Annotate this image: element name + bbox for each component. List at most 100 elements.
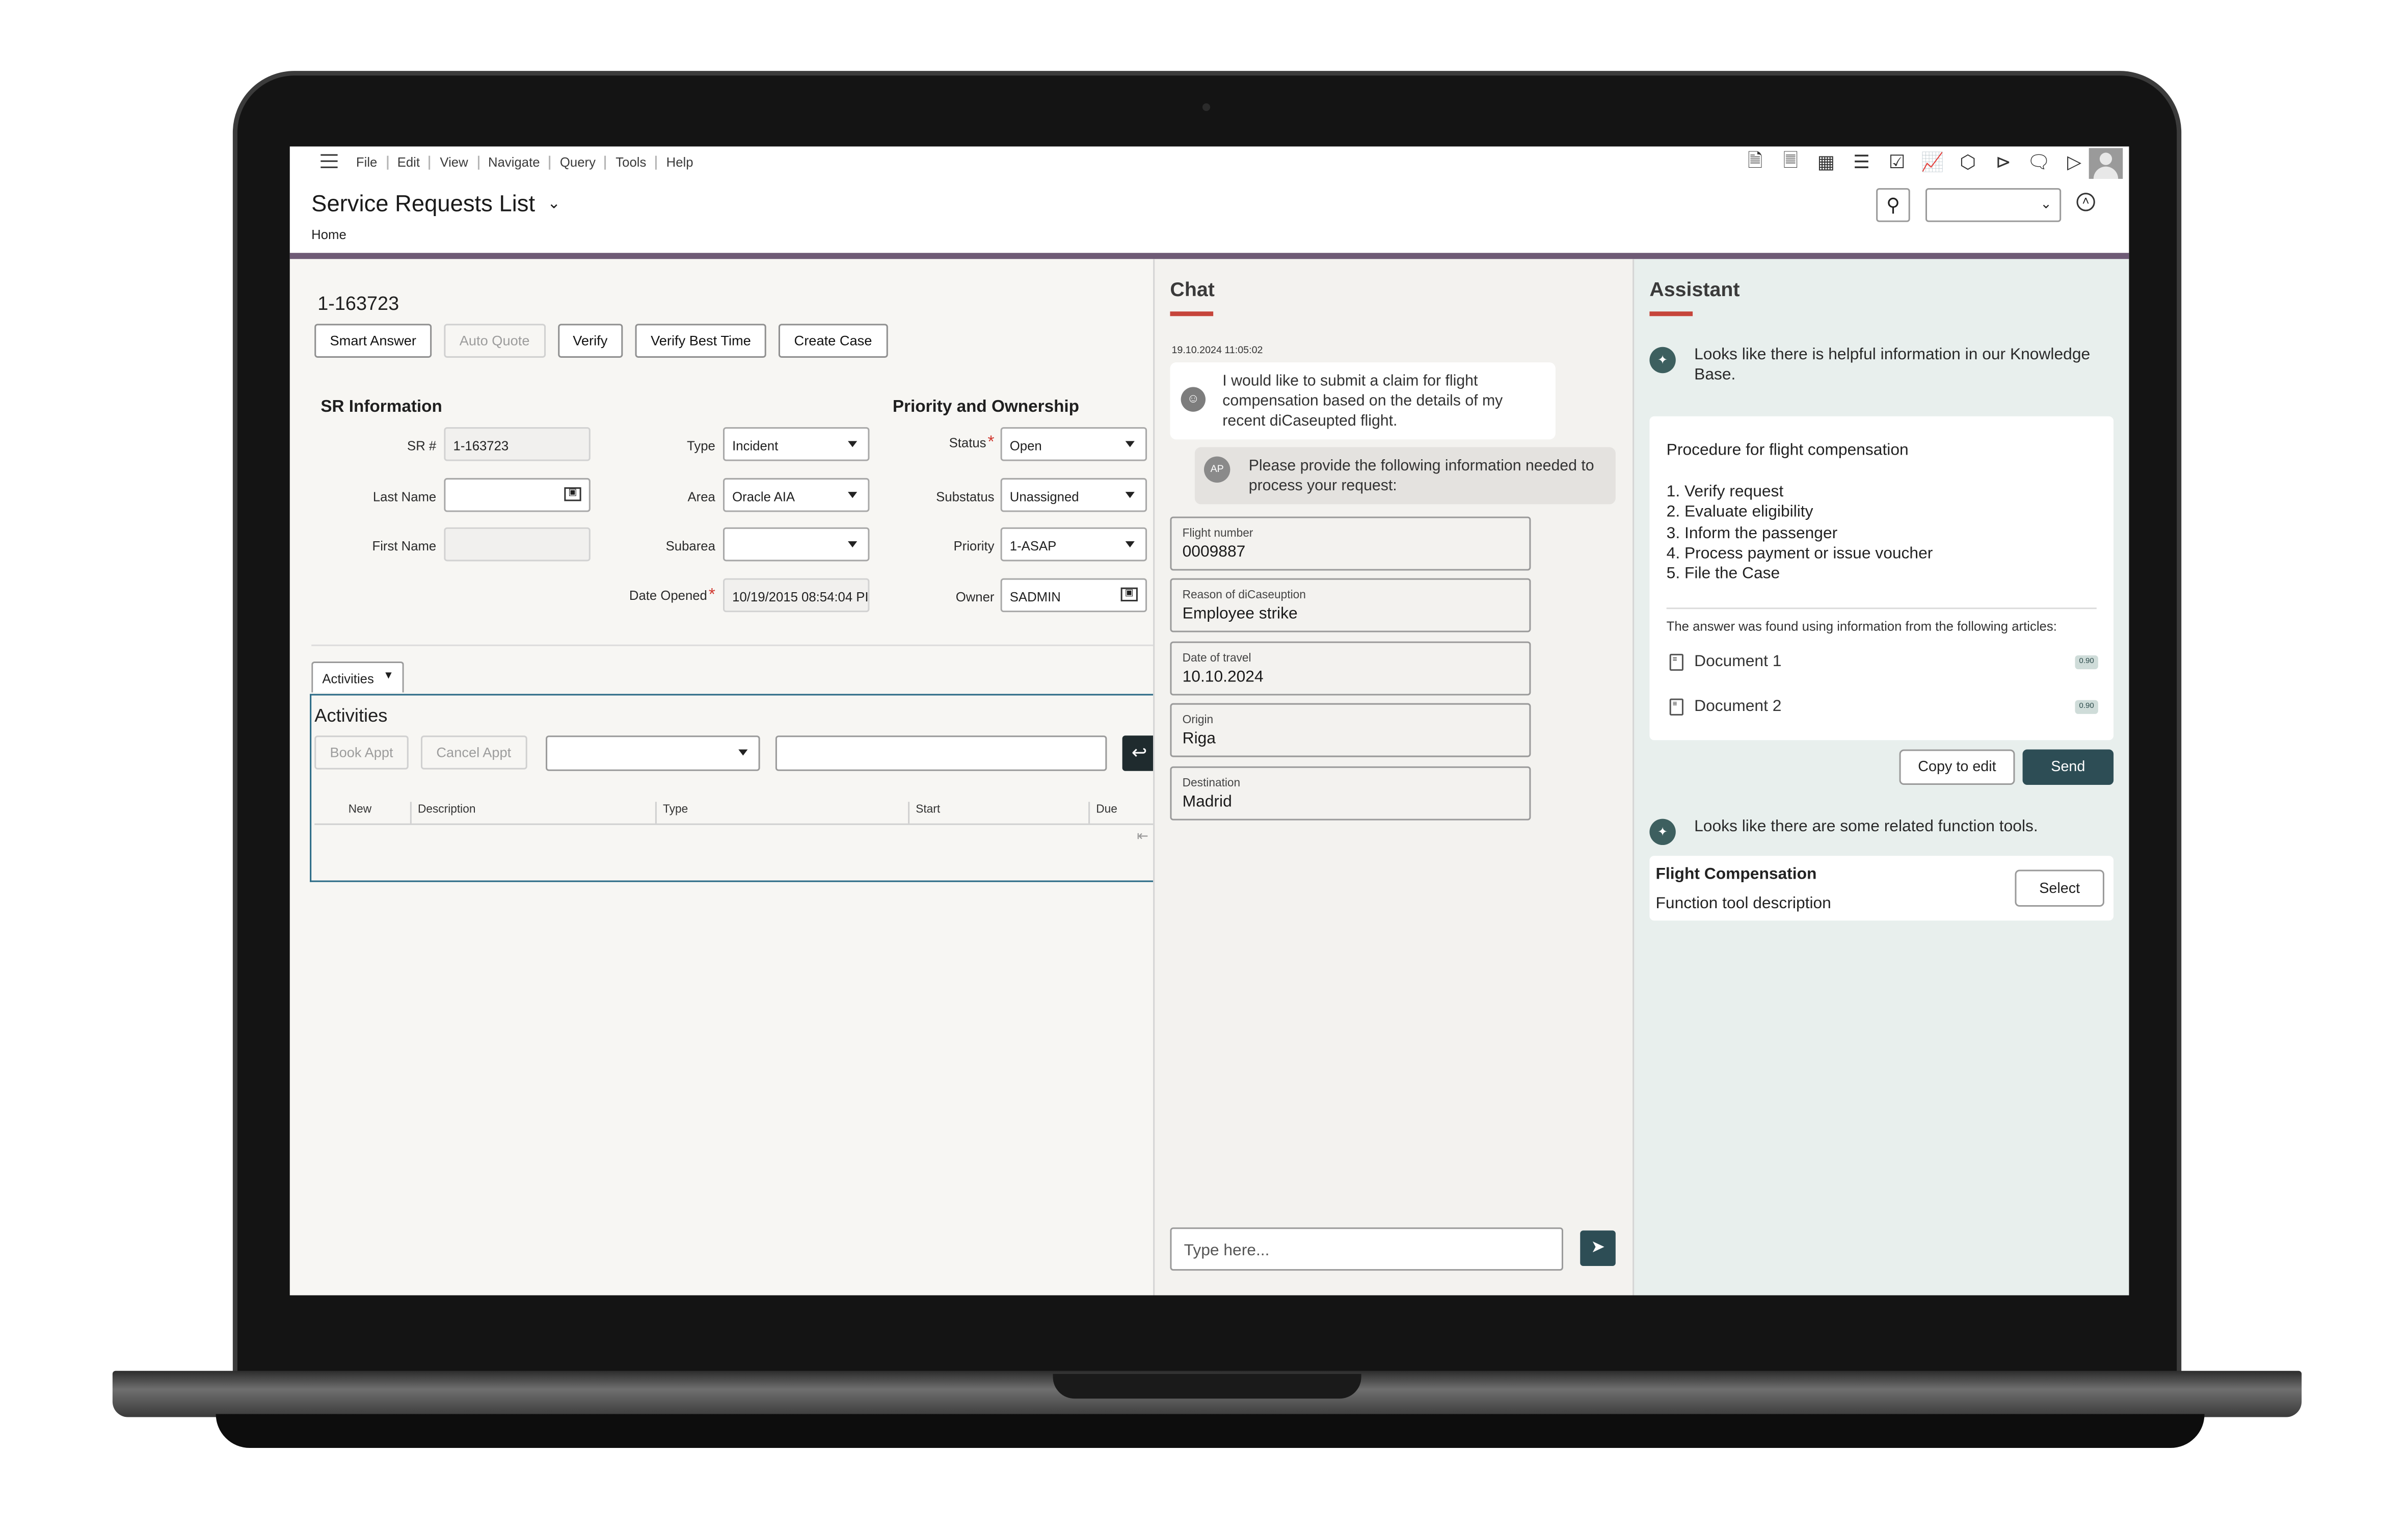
chevron-down-icon[interactable]: ⌄ — [547, 196, 560, 213]
new-doc-icon[interactable]: 🗎 — [1744, 149, 1767, 173]
create-case-button[interactable]: Create Case — [779, 324, 888, 358]
share-icon[interactable]: ⊳ — [1992, 151, 2015, 173]
webcam — [1202, 103, 1211, 111]
menu-edit[interactable]: Edit — [388, 155, 431, 170]
date-of-travel-field[interactable]: Date of travel 10.10.2024 — [1170, 641, 1531, 696]
destination-field[interactable]: Destination Madrid — [1170, 766, 1531, 821]
date-opened-field[interactable]: 10/19/2015 08:54:04 PI — [723, 578, 870, 613]
field-value: 10.10.2024 — [1182, 668, 1264, 687]
service-request-form: 1-163723 Smart Answer Auto Quote Verify … — [289, 259, 1157, 1296]
origin-field[interactable]: Origin Riga — [1170, 703, 1531, 757]
menu-help[interactable]: Help — [657, 155, 703, 170]
menu-view[interactable]: View — [431, 155, 479, 170]
substatus-select[interactable]: Unassigned — [1000, 478, 1147, 512]
caret-down-icon — [848, 492, 858, 498]
cancel-appt-button[interactable]: Cancel Appt — [421, 735, 527, 770]
page-title[interactable]: Service Requests List ⌄ — [311, 191, 560, 217]
first-page-icon[interactable]: ⇤ — [1137, 828, 1148, 845]
first-name-label: First Name — [372, 538, 437, 554]
send-answer-button[interactable]: Send — [2022, 749, 2114, 785]
owner-value: SADMIN — [1009, 589, 1061, 605]
copy-doc-icon[interactable]: 🗏 — [1779, 149, 1802, 173]
area-select[interactable]: Oracle AIA — [723, 478, 870, 512]
activities-title: Activities — [314, 704, 388, 727]
flight-number-field[interactable]: Flight number 0009887 — [1170, 516, 1531, 571]
reason-field[interactable]: Reason of diCaseuption Employee strike — [1170, 578, 1531, 632]
picker-icon[interactable]: ▣ — [564, 487, 581, 501]
menu-navigate[interactable]: Navigate — [479, 155, 551, 170]
sr-number-label: SR # — [407, 438, 437, 454]
kb-message: ✦ Looks like there is helpful informatio… — [1649, 346, 2112, 386]
laptop-frame: File Edit View Navigate Query Tools Help… — [0, 0, 2408, 1531]
book-appt-button[interactable]: Book Appt — [314, 735, 409, 770]
priority-ownership-title: Priority and Ownership — [892, 398, 1080, 416]
procedure-title: Procedure for flight compensation — [1666, 441, 1909, 460]
document-link-2[interactable]: ≡ Document 2 — [1669, 697, 1781, 716]
menu-file[interactable]: File — [356, 155, 388, 170]
column-new[interactable]: New — [342, 802, 371, 823]
last-name-label: Last Name — [372, 489, 437, 505]
breadcrumb[interactable]: Home — [311, 227, 346, 242]
type-select[interactable]: Incident — [723, 427, 870, 461]
owner-field[interactable]: SADMIN ▣ — [1000, 578, 1147, 613]
procedure-steps: 1. Verify request 2. Evaluate eligibilit… — [1667, 483, 1933, 585]
list-icon[interactable]: ☰ — [1850, 151, 1873, 173]
verify-best-time-button[interactable]: Verify Best Time — [635, 324, 767, 358]
assistant-title: Assistant — [1649, 277, 1740, 301]
search-button[interactable]: ⚲ — [1876, 188, 1910, 222]
cube-icon[interactable]: ⬡ — [1956, 151, 1979, 173]
required-asterisk: * — [987, 433, 995, 452]
column-description[interactable]: Description — [410, 802, 475, 824]
status-label: Status * — [900, 433, 995, 452]
picker-icon[interactable]: ▣ — [1120, 587, 1138, 601]
user-message: ☺ I would like to submit a claim for fli… — [1170, 362, 1556, 440]
user-avatar[interactable] — [2089, 148, 2123, 179]
hamburger-menu-icon[interactable] — [320, 154, 338, 168]
priority-select[interactable]: 1-ASAP — [1000, 527, 1147, 562]
video-icon[interactable]: ▷ — [2063, 151, 2085, 173]
first-name-field[interactable] — [444, 527, 591, 562]
column-type[interactable]: Type — [655, 802, 688, 824]
chat-send-button[interactable]: ➤ — [1580, 1230, 1616, 1266]
activities-query-select[interactable] — [546, 735, 760, 771]
chart-icon[interactable]: 📈 — [1921, 151, 1944, 173]
select-tool-button[interactable]: Select — [2015, 869, 2104, 907]
verify-button[interactable]: Verify — [557, 324, 623, 358]
header-select[interactable]: ⌄ — [1925, 188, 2062, 222]
substatus-label: Substatus — [936, 489, 995, 505]
subarea-select[interactable] — [723, 527, 870, 562]
assistant-sparkle-icon: ✦ — [1649, 347, 1676, 374]
assistant-panel: Assistant ✦ Looks like there is helpful … — [1633, 259, 2129, 1296]
copy-to-edit-button[interactable]: Copy to edit — [1899, 749, 2015, 785]
tool-name: Flight Compensation — [1655, 865, 1817, 884]
procedure-step: 5. File the Case — [1666, 564, 1780, 584]
comment-icon[interactable]: 🗨 — [2027, 151, 2050, 173]
status-select[interactable]: Open — [1000, 427, 1147, 461]
enter-arrow-icon: ↩ — [1131, 742, 1147, 763]
field-label: Origin — [1182, 712, 1214, 727]
column-due[interactable]: Due — [1088, 802, 1117, 824]
activities-tab[interactable]: Activities ▼ — [311, 661, 405, 693]
document-link-1[interactable]: ≡ Document 1 — [1669, 652, 1781, 671]
menu-query[interactable]: Query — [551, 155, 607, 170]
caret-down-icon — [1125, 541, 1135, 548]
checklist-icon[interactable]: ☑ — [1885, 151, 1908, 173]
menu-tools[interactable]: Tools — [606, 155, 657, 170]
area-value: Oracle AIA — [732, 489, 795, 505]
date-opened-label: Date Opened * — [592, 586, 715, 604]
auto-quote-button[interactable]: Auto Quote — [444, 324, 545, 358]
sitemap-icon[interactable]: ▦ — [1814, 151, 1837, 173]
caret-down-icon — [1125, 441, 1135, 447]
column-start[interactable]: Start — [908, 802, 940, 824]
agent-message: AP Please provide the following informat… — [1194, 447, 1616, 505]
required-asterisk: * — [708, 586, 715, 605]
smart-answer-button[interactable]: Smart Answer — [314, 324, 432, 358]
chat-input[interactable]: Type here... — [1170, 1227, 1563, 1271]
area-label: Area — [687, 489, 715, 505]
field-value: Madrid — [1182, 793, 1232, 811]
go-button[interactable]: ↩ — [1122, 735, 1157, 771]
activities-search-input[interactable] — [775, 735, 1107, 771]
last-name-field[interactable]: ▣ — [444, 478, 591, 512]
field-label: Flight number — [1182, 525, 1253, 540]
collapse-up-icon[interactable]: ˄ — [2076, 193, 2095, 212]
